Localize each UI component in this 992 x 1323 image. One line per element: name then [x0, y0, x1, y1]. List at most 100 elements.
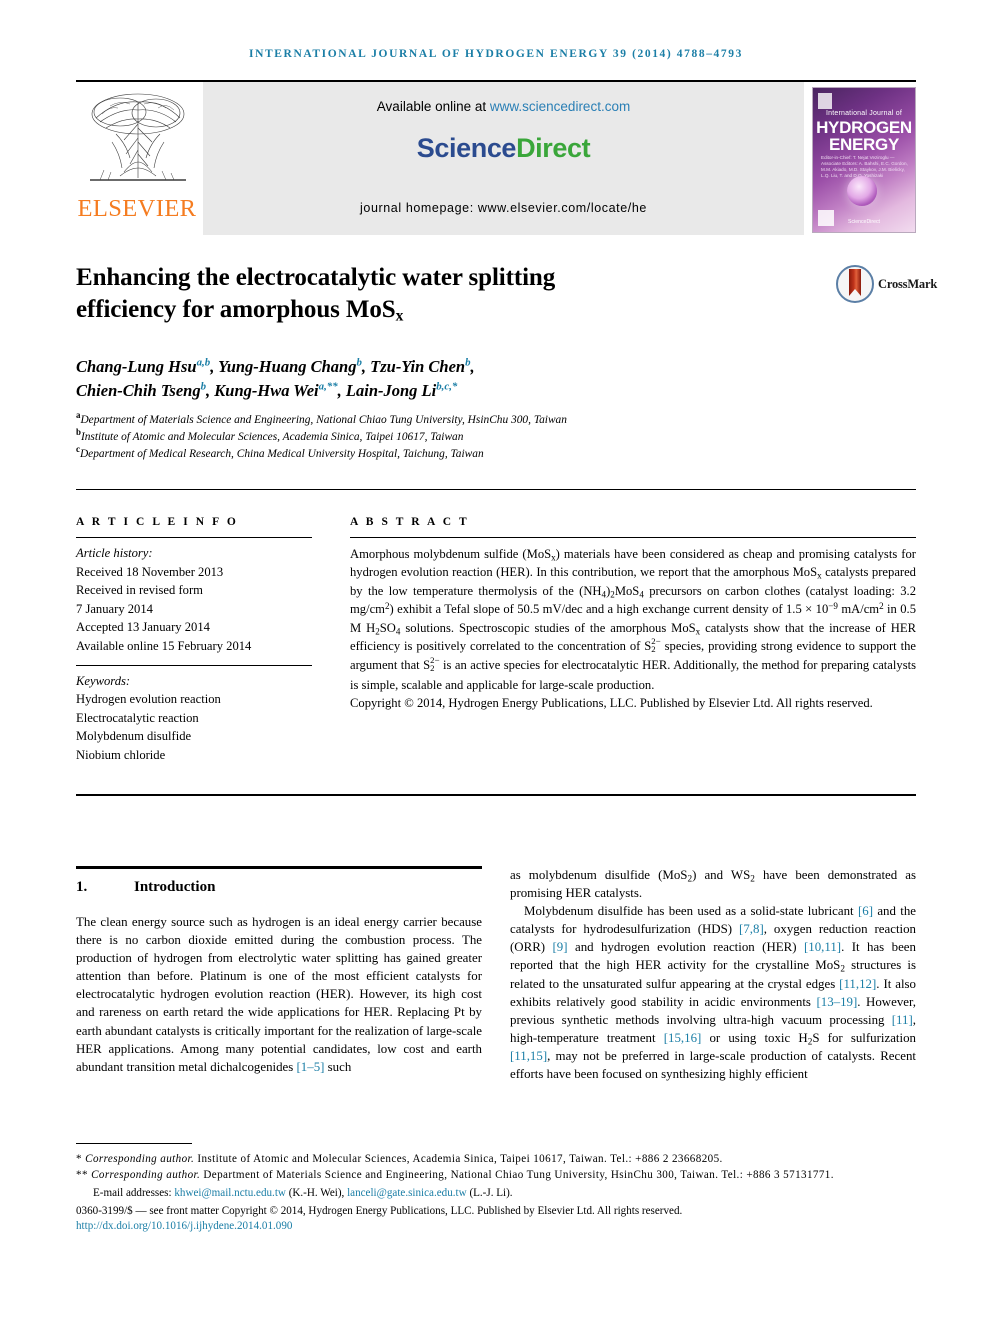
- citation-link[interactable]: [1–5]: [297, 1060, 325, 1074]
- email-link-wei[interactable]: khwei@mail.nctu.edu.tw: [174, 1187, 286, 1199]
- email-owner-li: (L.-J. Li).: [469, 1187, 513, 1200]
- article-title: Enhancing the electrocatalytic water spl…: [76, 262, 776, 326]
- sciencedirect-logo[interactable]: ScienceDirect: [416, 133, 591, 164]
- author-name: Kung-Hwa Wei: [214, 381, 319, 400]
- cover-title-hydrogen: HYDROGEN: [816, 118, 912, 137]
- affiliation-text: Institute of Atomic and Molecular Scienc…: [80, 431, 464, 443]
- body-paragraph: The clean energy source such as hydrogen…: [76, 915, 482, 1074]
- footnote-italic-label: Corresponding author.: [91, 1168, 201, 1181]
- article-history-item: Accepted 13 January 2014: [76, 620, 210, 635]
- affiliation-item: bInstitute of Atomic and Molecular Scien…: [76, 428, 836, 446]
- section-rule: [76, 866, 482, 869]
- crossmark-badge[interactable]: CrossMark: [836, 265, 937, 303]
- body-column-left: 1. Introduction The clean energy source …: [76, 866, 482, 1076]
- affiliation-item: aDepartment of Materials Science and Eng…: [76, 411, 836, 429]
- keyword-item: Niobium chloride: [76, 747, 166, 762]
- footnote-text: Institute of Atomic and Molecular Scienc…: [194, 1153, 723, 1165]
- cover-publisher-badge-icon: [818, 93, 832, 109]
- citation-link[interactable]: [10,11]: [804, 940, 841, 954]
- citation-link[interactable]: [15,16]: [664, 1031, 702, 1045]
- affiliation-text: Department of Medical Research, China Me…: [79, 448, 484, 460]
- author-affiliation-marks: b: [356, 356, 362, 369]
- keywords-block: Keywords: Hydrogen evolution reaction El…: [76, 666, 312, 765]
- available-online-line: Available online at www.sciencedirect.co…: [377, 99, 630, 114]
- article-title-line2: efficiency for amorphous MoS: [76, 296, 396, 323]
- footnote-email-line: E-mail addresses: khwei@mail.nctu.edu.tw…: [93, 1187, 513, 1200]
- body-column-right: as molybdenum disulfide (MoS2) and WS2 h…: [510, 866, 916, 1083]
- article-history-item: Available online 15 February 2014: [76, 638, 252, 653]
- issn-copyright-line: 0360-3199/$ — see front matter Copyright…: [76, 1204, 683, 1217]
- footnote-corresponding-author-2: ** Corresponding author. Department of M…: [76, 1168, 920, 1184]
- page-title: Enhancing the electrocatalytic water spl…: [76, 262, 776, 326]
- elsevier-wordmark: ELSEVIER: [77, 195, 197, 222]
- email-link-li[interactable]: lanceli@gate.sinica.edu.tw: [347, 1187, 467, 1199]
- author-affiliation-marks: b: [200, 380, 207, 393]
- author-affiliation-marks: b: [465, 356, 471, 369]
- affiliation-item: cDepartment of Medical Research, China M…: [76, 445, 836, 463]
- sciencedirect-logo-direct: Direct: [516, 133, 591, 163]
- article-title-line1: Enhancing the electrocatalytic water spl…: [76, 264, 556, 291]
- article-history: Article history: Received 18 November 20…: [76, 538, 312, 656]
- keyword-item: Electrocatalytic reaction: [76, 710, 199, 725]
- article-info-column: A R T I C L E I N F O Article history: R…: [76, 516, 312, 765]
- author-name: Chien-Chih Tseng: [76, 381, 201, 400]
- introduction-text-left: The clean energy source such as hydrogen…: [76, 913, 482, 1076]
- citation-link[interactable]: [11]: [892, 1013, 913, 1027]
- article-history-item: Received 18 November 2013: [76, 564, 224, 579]
- abstract-body: Amorphous molybdenum sulfide (MoSx) mate…: [350, 538, 916, 713]
- author-name: Lain-Jong Li: [345, 381, 437, 400]
- article-title-subscript: x: [395, 307, 404, 325]
- crossmark-icon: [836, 265, 874, 303]
- section-title: Introduction: [134, 879, 216, 895]
- affiliation-list: aDepartment of Materials Science and Eng…: [76, 411, 836, 463]
- author-name: Tzu-Yin Chen: [370, 357, 466, 376]
- abstract-column: A B S T R A C T Amorphous molybdenum sul…: [350, 516, 916, 713]
- citation-link[interactable]: [11,15]: [510, 1049, 547, 1063]
- divider-above-article-info: [76, 489, 916, 490]
- available-online-label: Available online at: [376, 99, 487, 114]
- article-history-item: 7 January 2014: [76, 601, 153, 616]
- cover-title-energy: ENERGY: [829, 135, 899, 154]
- section-number: 1.: [76, 879, 88, 895]
- journal-masthead: ELSEVIER Available online at www.science…: [76, 80, 916, 235]
- email-owner-wei: (K.-H. Wei): [288, 1187, 342, 1200]
- article-history-label: Article history:: [76, 546, 153, 560]
- cover-title-small: International Journal of: [825, 110, 902, 117]
- citation-link[interactable]: [9]: [553, 940, 568, 954]
- footnote-mark: **: [76, 1168, 88, 1181]
- divider-below-abstract: [76, 794, 916, 796]
- citation-link[interactable]: [13–19]: [816, 995, 857, 1009]
- keyword-item: Hydrogen evolution reaction: [76, 692, 221, 707]
- body-paragraph: Molybdenum disulfide has been used as a …: [510, 904, 917, 1082]
- footnote-text: Department of Materials Science and Engi…: [200, 1168, 834, 1181]
- footnote-block: * Corresponding author. Institute of Ato…: [76, 1152, 920, 1235]
- citation-link[interactable]: [7,8]: [739, 922, 764, 936]
- crossmark-label: CrossMark: [878, 276, 938, 291]
- sciencedirect-logo-science: Science: [416, 133, 517, 163]
- affiliation-text: Department of Materials Science and Engi…: [80, 414, 567, 426]
- citation-link[interactable]: [6]: [858, 904, 873, 918]
- author-name: Yung-Huang Chang: [218, 357, 357, 376]
- citation-link[interactable]: [11,12]: [839, 977, 876, 991]
- running-head: international journal of hydrogen energy…: [249, 48, 743, 60]
- footnote-mark: *: [76, 1153, 82, 1165]
- keyword-item: Molybdenum disulfide: [76, 729, 192, 744]
- author-list: Chang-Lung Hsua,b, Yung-Huang Changb, Tz…: [76, 356, 475, 400]
- article-info-heading: A R T I C L E I N F O: [76, 516, 239, 528]
- author-name: Chang-Lung Hsu: [76, 357, 197, 376]
- journal-homepage-line[interactable]: journal homepage: www.elsevier.com/locat…: [203, 201, 804, 215]
- article-history-item: Received in revised form: [76, 583, 203, 598]
- elsevier-tree-icon: [90, 93, 186, 181]
- doi-link[interactable]: http://dx.doi.org/10.1016/j.ijhydene.201…: [76, 1219, 920, 1235]
- abstract-paragraph: Amorphous molybdenum sulfide (MoSx) mate…: [350, 547, 917, 692]
- body-paragraph: as molybdenum disulfide (MoS2) and WS2 h…: [510, 868, 916, 901]
- introduction-text-right: as molybdenum disulfide (MoS2) and WS2 h…: [510, 866, 916, 1083]
- sciencedirect-link[interactable]: www.sciencedirect.com: [490, 99, 630, 114]
- author-affiliation-marks: a,b: [196, 356, 211, 369]
- elsevier-logo: ELSEVIER: [76, 82, 198, 235]
- author-affiliation-marks: a,**: [318, 380, 338, 393]
- cover-sphere-graphic: [847, 176, 877, 206]
- footnote-italic-label: Corresponding author.: [85, 1153, 195, 1165]
- paper-page: international journal of hydrogen energy…: [0, 0, 992, 1323]
- abstract-heading: A B S T R A C T: [350, 516, 470, 528]
